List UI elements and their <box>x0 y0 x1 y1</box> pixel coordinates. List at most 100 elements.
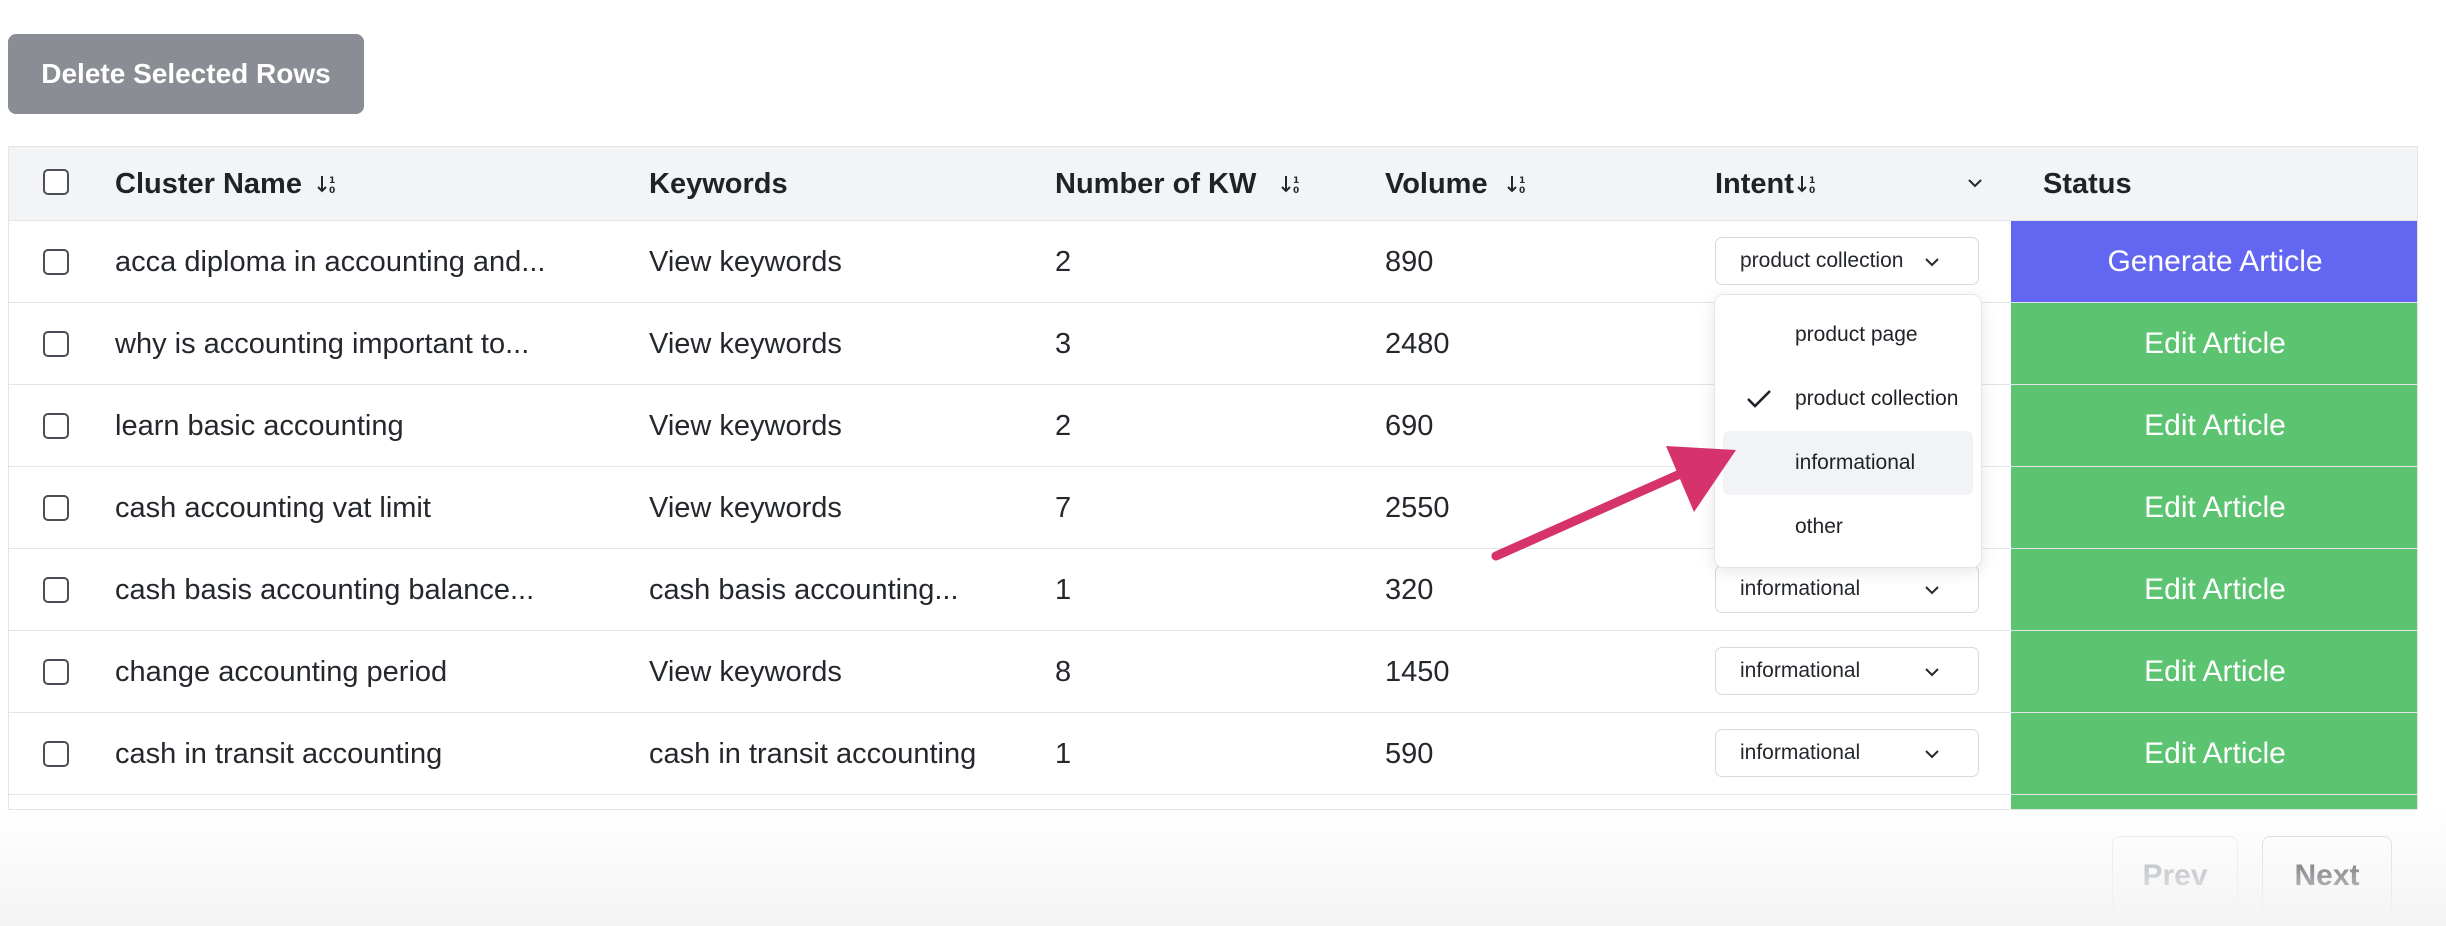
number-of-kw-cell: 1 <box>1055 737 1072 770</box>
keywords-link[interactable]: View keywords <box>649 303 842 385</box>
cluster-name-cell: cash in transit accounting <box>115 737 443 770</box>
cluster-name-cell: change accounting period <box>115 655 448 688</box>
table-row: cash in transit accounting cash in trans… <box>9 713 2417 795</box>
edit-article-button[interactable]: Edit Article <box>2011 385 2417 466</box>
intent-option-product-page[interactable]: product page <box>1723 303 1973 367</box>
edit-article-button[interactable]: Edit Article <box>2011 303 2417 384</box>
intent-select-value: informational <box>1740 741 1861 764</box>
table-row <box>9 795 2417 809</box>
next-button[interactable]: Next <box>2262 836 2392 916</box>
keywords-link[interactable]: View keywords <box>649 385 842 467</box>
intent-option-label: other <box>1795 515 1843 538</box>
bottom-fade <box>0 806 2446 926</box>
header-keywords-label: Keywords <box>649 167 788 200</box>
edit-article-button[interactable]: Edit Article <box>2011 631 2417 712</box>
annotation-arrow-icon <box>1491 446 1736 561</box>
intent-option-other[interactable]: other <box>1723 495 1973 559</box>
edit-article-button[interactable]: Edit Article <box>2011 467 2417 548</box>
edit-article-button[interactable]: Edit Article <box>2011 713 2417 794</box>
intent-select[interactable]: informational <box>1715 729 1979 777</box>
keywords-link[interactable]: View keywords <box>649 631 842 713</box>
header-status-label: Status <box>2043 167 2132 200</box>
intent-option-product-collection[interactable]: product collection <box>1723 367 1973 431</box>
cluster-name-cell: learn basic accounting <box>115 409 404 442</box>
table-row: cash accounting vat limit View keywords … <box>9 467 2417 549</box>
svg-text:0: 0 <box>329 186 335 195</box>
sort-icon[interactable]: 10 <box>1280 173 1302 195</box>
keywords-link[interactable]: View keywords <box>649 221 842 303</box>
header-number-of-kw[interactable]: Number of KW 10 <box>1055 147 1302 221</box>
prev-button[interactable]: Prev <box>2112 836 2238 916</box>
cluster-name-cell: cash basis accounting balance... <box>115 573 535 606</box>
generate-article-button[interactable]: Generate Article <box>2011 221 2417 302</box>
svg-text:1: 1 <box>1293 176 1299 186</box>
intent-select[interactable]: informational <box>1715 647 1979 695</box>
number-of-kw-cell: 1 <box>1055 573 1072 606</box>
intent-option-informational[interactable]: informational <box>1723 431 1973 495</box>
number-of-kw-cell: 2 <box>1055 409 1072 442</box>
volume-cell: 2550 <box>1385 491 1450 524</box>
chevron-down-icon <box>1925 258 1939 267</box>
volume-cell: 1450 <box>1385 655 1450 688</box>
sort-icon[interactable]: 10 <box>316 173 338 195</box>
row-checkbox[interactable] <box>43 741 69 767</box>
keywords-link[interactable]: View keywords <box>649 467 842 549</box>
delete-selected-rows-button[interactable]: Delete Selected Rows <box>8 34 364 114</box>
svg-text:1: 1 <box>1519 176 1525 186</box>
volume-cell: 2480 <box>1385 327 1450 360</box>
number-of-kw-cell: 7 <box>1055 491 1072 524</box>
chevron-down-icon <box>1925 668 1939 677</box>
select-all-checkbox[interactable] <box>43 169 69 195</box>
svg-text:1: 1 <box>1809 176 1815 186</box>
row-checkbox[interactable] <box>43 577 69 603</box>
intent-select[interactable]: informational <box>1715 565 1979 613</box>
chevron-down-icon <box>1925 586 1939 595</box>
intent-option-label: product page <box>1795 323 1918 346</box>
header-status: Status <box>2043 147 2132 221</box>
intent-filter-chevron-down-icon[interactable] <box>1965 173 1985 193</box>
cluster-name-cell: cash accounting vat limit <box>115 491 431 524</box>
cluster-name-cell: acca diploma in accounting and... <box>115 245 546 278</box>
sort-icon[interactable]: 10 <box>1506 173 1528 195</box>
table-row: why is accounting important to... View k… <box>9 303 2417 385</box>
svg-text:1: 1 <box>329 176 335 186</box>
volume-cell: 690 <box>1385 409 1434 442</box>
intent-option-label: informational <box>1795 451 1916 474</box>
intent-dropdown-menu: product page product collection informat… <box>1714 294 1982 568</box>
table-row: cash basis accounting balance... cash ba… <box>9 549 2417 631</box>
checkmark-icon <box>1747 390 1771 408</box>
keywords-cell: cash basis accounting... <box>649 573 959 606</box>
cluster-name-cell: why is accounting important to... <box>115 327 530 360</box>
row-checkbox[interactable] <box>43 495 69 521</box>
row-checkbox[interactable] <box>43 331 69 357</box>
edit-article-button[interactable] <box>2011 795 2417 809</box>
table-row: learn basic accounting View keywords 2 6… <box>9 385 2417 467</box>
intent-option-label: product collection <box>1795 387 1959 410</box>
row-checkbox[interactable] <box>43 413 69 439</box>
header-volume-label: Volume <box>1385 167 1488 200</box>
header-number-of-kw-label: Number of KW <box>1055 167 1257 200</box>
header-intent[interactable]: Intent 10 <box>1715 147 1818 221</box>
svg-text:0: 0 <box>1519 186 1525 195</box>
sort-icon[interactable]: 10 <box>1796 173 1818 195</box>
header-keywords: Keywords <box>649 147 788 221</box>
header-volume[interactable]: Volume 10 <box>1385 147 1528 221</box>
chevron-down-icon <box>1925 750 1939 759</box>
svg-text:0: 0 <box>1293 186 1299 195</box>
row-checkbox[interactable] <box>43 659 69 685</box>
volume-cell: 890 <box>1385 245 1434 278</box>
header-cluster-name-label: Cluster Name <box>115 167 302 200</box>
number-of-kw-cell: 3 <box>1055 327 1072 360</box>
volume-cell: 320 <box>1385 573 1434 606</box>
intent-select-value: informational <box>1740 577 1861 600</box>
volume-cell: 590 <box>1385 737 1434 770</box>
header-cluster-name[interactable]: Cluster Name 10 <box>115 147 338 221</box>
row-checkbox[interactable] <box>43 249 69 275</box>
edit-article-button[interactable]: Edit Article <box>2011 549 2417 630</box>
intent-select-value: informational <box>1740 659 1861 682</box>
keywords-cell: cash in transit accounting <box>649 737 977 770</box>
intent-select[interactable]: product collection <box>1715 237 1979 285</box>
table-row: acca diploma in accounting and... View k… <box>9 221 2417 303</box>
number-of-kw-cell: 2 <box>1055 245 1072 278</box>
intent-select-value: product collection <box>1740 249 1904 272</box>
